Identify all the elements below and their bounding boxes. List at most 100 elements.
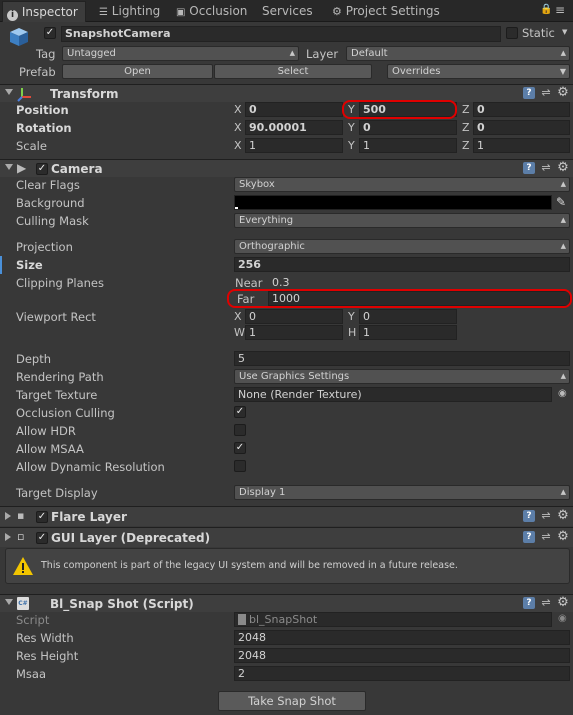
background-label: Background [16,196,85,210]
viewport-h-label: H [348,326,357,339]
script-header[interactable]: C# Bl_Snap Shot (Script) ? ⇌ ⚙ [0,594,573,612]
tab-lighting[interactable]: ☰ Lighting [95,1,165,22]
override-marker [0,256,2,274]
res-width-field[interactable]: 2048 [234,630,570,645]
help-icon[interactable]: ? [523,510,535,522]
dropdown-arrow-icon: ▲ [560,488,566,496]
camera-header[interactable]: ▶ ✓ Camera ? ⇌ ⚙ [0,159,573,177]
size-field[interactable]: 256 [234,257,570,272]
allow-dynamic-resolution-checkbox[interactable] [234,460,246,472]
foldout-collapsed-icon[interactable] [5,512,11,520]
tag-dropdown[interactable]: Untagged ▲ [62,46,299,61]
position-z-field[interactable]: 0 [473,102,570,117]
camera-enabled-checkbox[interactable]: ✓ [36,163,48,175]
clear-flags-label: Clear Flags [16,178,80,192]
tab-occlusion[interactable]: ▣ Occlusion [172,1,252,22]
foldout-expanded-icon[interactable] [5,599,13,605]
viewport-x-field[interactable]: 0 [245,309,343,324]
scale-x-field[interactable]: 1 [245,138,343,153]
active-checkbox[interactable]: ✓ [44,27,56,39]
flare-layer-checkbox[interactable]: ✓ [36,511,48,523]
take-snap-shot-button[interactable]: Take Snap Shot [218,691,366,711]
gear-icon[interactable]: ⚙ [556,530,570,544]
allow-hdr-checkbox[interactable] [234,424,246,436]
culling-mask-dropdown[interactable]: Everything ▲ [234,213,570,228]
axis-z-label: Z [462,121,470,134]
gear-icon[interactable]: ⚙ [556,509,570,523]
gear-icon[interactable]: ⚙ [556,86,570,100]
help-icon[interactable]: ? [523,87,535,99]
rotation-y-field[interactable]: 0 [359,120,457,135]
occlusion-culling-label: Occlusion Culling [16,406,115,420]
gui-layer-header[interactable]: ▫ ✓ GUI Layer (Deprecated) ? ⇌ ⚙ [0,527,573,547]
transform-header[interactable]: Transform ? ⇌ ⚙ [0,84,573,102]
allow-msaa-checkbox[interactable]: ✓ [234,442,246,454]
prefab-overrides-dropdown[interactable]: Overrides ▼ [387,64,570,79]
help-icon[interactable]: ? [523,162,535,174]
rendering-path-dropdown[interactable]: Use Graphics Settings ▲ [234,369,570,384]
viewport-y-field[interactable]: 0 [359,309,457,324]
eyedropper-icon[interactable]: ✎ [556,195,566,209]
prefab-open-button[interactable]: Open [62,64,213,79]
presets-icon[interactable]: ⇌ [540,162,552,174]
rotation-x-field[interactable]: 90.00001 [245,120,343,135]
viewport-y-label: Y [348,310,355,323]
object-picker-icon: ◉ [558,613,567,624]
gear-icon[interactable]: ⚙ [556,161,570,175]
tab-project-settings[interactable]: ⚙ Project Settings [328,1,440,22]
projection-dropdown[interactable]: Orthographic ▲ [234,239,570,254]
presets-icon[interactable]: ⇌ [540,531,552,543]
target-display-dropdown[interactable]: Display 1 ▲ [234,485,570,500]
dropdown-arrow-icon: ▲ [560,242,566,250]
foldout-expanded-icon[interactable] [5,89,13,95]
clear-flags-dropdown[interactable]: Skybox ▲ [234,177,570,192]
chevron-down-icon: ▼ [559,67,566,76]
viewport-w-field[interactable]: 1 [245,325,343,340]
transform-title: Transform [50,87,119,101]
layer-dropdown[interactable]: Default ▲ [346,46,570,61]
gear-icon[interactable]: ⚙ [556,596,570,610]
presets-icon[interactable]: ⇌ [540,597,552,609]
menu-icon[interactable]: ≡ [555,3,565,17]
foldout-collapsed-icon[interactable] [5,533,11,541]
res-height-field[interactable]: 2048 [234,648,570,663]
position-x-field[interactable]: 0 [245,102,343,117]
lock-icon[interactable]: 🔒 [540,4,552,15]
presets-icon[interactable]: ⇌ [540,87,552,99]
background-color-swatch[interactable] [234,195,552,210]
static-checkbox[interactable] [506,27,518,39]
gui-layer-checkbox[interactable]: ✓ [36,532,48,544]
allow-hdr-label: Allow HDR [16,424,76,438]
tab-inspector[interactable]: i Inspector [2,1,86,22]
camera-title: Camera [51,162,103,176]
scale-z-field[interactable]: 1 [473,138,570,153]
alpha-bar [235,207,238,209]
component-header-icons: ? ⇌ ⚙ [523,86,571,101]
depth-field[interactable]: 5 [234,351,570,366]
gameobject-cube-icon [8,26,30,48]
target-texture-field[interactable]: None (Render Texture) [234,387,552,402]
msaa-field[interactable]: 2 [234,666,570,681]
rotation-z-field[interactable]: 0 [473,120,570,135]
rotation-label: Rotation [16,121,72,135]
foldout-expanded-icon[interactable] [5,164,13,170]
viewport-h-field[interactable]: 1 [359,325,457,340]
dropdown-arrow-icon: ▲ [289,49,295,57]
scale-y-field[interactable]: 1 [359,138,457,153]
object-picker-icon[interactable]: ◉ [558,388,567,399]
position-y-highlight [342,100,457,119]
target-display-label: Target Display [16,486,98,500]
flare-layer-header[interactable]: ▪ ✓ Flare Layer ? ⇌ ⚙ [0,506,573,526]
chevron-down-icon[interactable]: ▼ [562,28,567,36]
object-name-field[interactable]: SnapshotCamera [61,26,501,42]
tab-services[interactable]: Services [258,1,320,22]
res-height-label: Res Height [16,649,79,663]
occlusion-culling-checkbox[interactable]: ✓ [234,406,246,418]
near-field[interactable]: 0.3 [268,275,570,290]
help-icon[interactable]: ? [523,597,535,609]
presets-icon[interactable]: ⇌ [540,510,552,522]
prefab-select-button[interactable]: Select [214,64,372,79]
help-icon[interactable]: ? [523,531,535,543]
lighting-icon: ☰ [99,7,108,18]
axis-x-label: X [234,103,242,116]
